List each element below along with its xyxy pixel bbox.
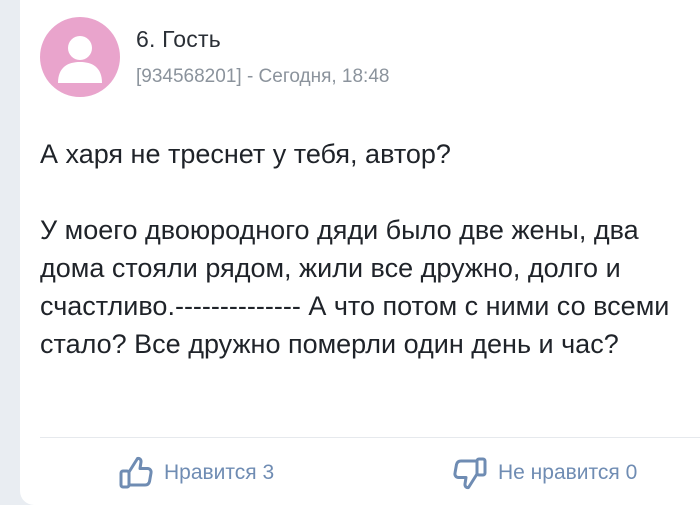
comment-meta: [934568201] - Сегодня, 18:48 bbox=[136, 66, 390, 87]
author-name[interactable]: 6. Гость bbox=[136, 26, 221, 53]
comment-card: 6. Гость [934568201] - Сегодня, 18:48 А … bbox=[20, 0, 700, 505]
comment-paragraph: А харя не треснет у тебя, автор? bbox=[40, 139, 451, 169]
thumbs-up-icon bbox=[118, 455, 154, 491]
like-label: Нравится 3 bbox=[164, 461, 275, 484]
user-silhouette-icon bbox=[58, 36, 102, 83]
thumbs-down-icon bbox=[452, 455, 488, 491]
dislike-button[interactable]: Не нравится 0 bbox=[452, 455, 637, 491]
comment-body: А харя не треснет у тебя, автор? У моего… bbox=[40, 135, 700, 363]
avatar[interactable] bbox=[40, 17, 120, 97]
like-button[interactable]: Нравится 3 bbox=[118, 455, 274, 491]
comment-paragraph: У моего двоюродного дяди было две жены, … bbox=[40, 215, 670, 359]
dislike-label: Не нравится 0 bbox=[498, 461, 638, 484]
divider bbox=[40, 437, 700, 438]
